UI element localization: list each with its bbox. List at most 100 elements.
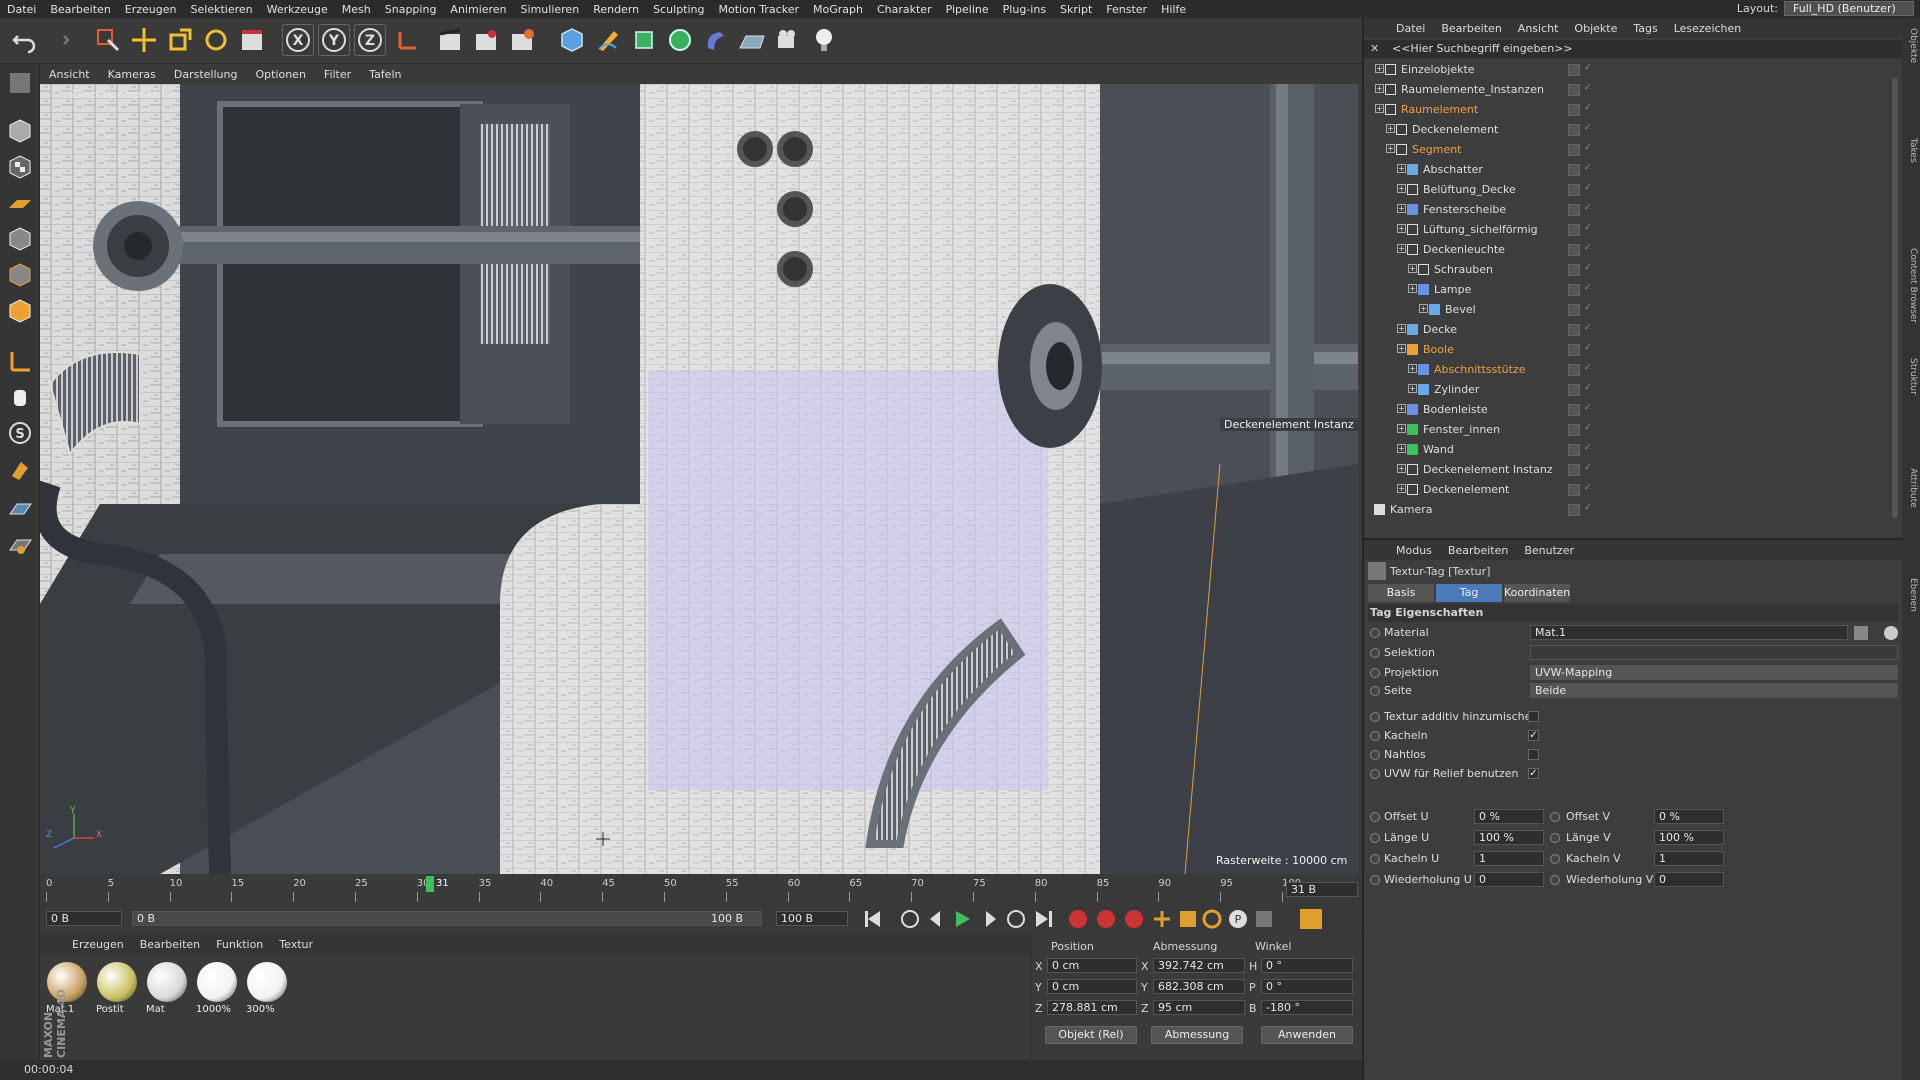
visibility-check-icon[interactable]: ✓ — [1584, 63, 1592, 73]
layer-icon[interactable] — [1568, 124, 1580, 136]
expand-toggle-icon[interactable]: + — [1397, 224, 1406, 233]
anim-dot[interactable] — [1370, 712, 1380, 722]
layer-icon[interactable] — [1568, 164, 1580, 176]
visibility-check-icon[interactable]: ✓ — [1584, 203, 1592, 213]
cloner-button[interactable] — [664, 24, 696, 56]
floor-button[interactable] — [736, 24, 768, 56]
menu-2[interactable]: Erzeugen — [118, 3, 184, 16]
expand-toggle-icon[interactable]: + — [1397, 464, 1406, 473]
seite-anim-dot[interactable] — [1370, 686, 1380, 696]
expand-toggle-icon[interactable]: + — [1408, 264, 1417, 273]
checkbox[interactable]: ✓ — [1528, 768, 1539, 779]
expand-toggle-icon[interactable]: + — [1397, 444, 1406, 453]
side-tab-3[interactable]: Struktur — [1904, 358, 1918, 395]
expand-toggle-icon[interactable]: + — [1397, 164, 1406, 173]
viewport-menu-5[interactable]: Tafeln — [360, 68, 410, 81]
object-row[interactable]: + Raumelemente_Instanzen ✓ — [1364, 80, 1889, 100]
tab-koordinaten[interactable]: Koordinaten — [1504, 584, 1570, 602]
size-mode-dropdown[interactable]: Abmessung — [1151, 1026, 1243, 1044]
expand-toggle-icon[interactable]: + — [1386, 124, 1395, 133]
uv-field-right[interactable]: 0 — [1654, 872, 1724, 887]
coord-mode-dropdown[interactable]: Objekt (Rel) — [1045, 1026, 1137, 1044]
menu-3[interactable]: Selektieren — [184, 3, 260, 16]
anim-dot[interactable] — [1550, 875, 1560, 885]
end-frame-field[interactable]: 100 B — [776, 911, 848, 926]
object-menu-3[interactable]: Objekte — [1566, 22, 1625, 35]
expand-toggle-icon[interactable]: + — [1419, 304, 1428, 313]
snap-button[interactable]: S — [4, 418, 36, 448]
menu-4[interactable]: Werkzeuge — [260, 3, 335, 16]
size-field[interactable]: 95 cm — [1153, 1000, 1245, 1015]
expand-toggle-icon[interactable]: + — [1408, 384, 1417, 393]
visibility-check-icon[interactable]: ✓ — [1584, 123, 1592, 133]
anim-dot[interactable] — [1370, 833, 1380, 843]
layer-icon[interactable] — [1568, 84, 1580, 96]
visibility-check-icon[interactable]: ✓ — [1584, 223, 1592, 233]
make-editable-button[interactable] — [4, 68, 36, 98]
object-menu-0[interactable]: Datei — [1388, 22, 1433, 35]
anim-dot[interactable] — [1370, 731, 1380, 741]
anim-dot[interactable] — [1370, 769, 1380, 779]
material-item[interactable]: Postit — [94, 960, 140, 1020]
x-axis-button[interactable]: X — [282, 24, 314, 56]
object-row[interactable]: + Boole ✓ — [1364, 340, 1889, 360]
visibility-check-icon[interactable]: ✓ — [1584, 343, 1592, 353]
object-row[interactable]: Kamera ✓ — [1364, 500, 1889, 520]
object-row[interactable]: + Abschnittsstütze ✓ — [1364, 360, 1889, 380]
material-item[interactable]: 300% — [244, 960, 290, 1020]
layer-icon[interactable] — [1568, 304, 1580, 316]
tab-basis[interactable]: Basis — [1368, 584, 1434, 602]
layer-icon[interactable] — [1568, 204, 1580, 216]
redo-button[interactable] — [42, 24, 74, 56]
expand-toggle-icon[interactable]: + — [1375, 104, 1384, 113]
expand-toggle-icon[interactable]: + — [1397, 484, 1406, 493]
viewport-menu-4[interactable]: Filter — [315, 68, 360, 81]
size-field[interactable]: 682.308 cm — [1153, 979, 1245, 994]
layer-icon[interactable] — [1568, 284, 1580, 296]
visibility-check-icon[interactable]: ✓ — [1584, 243, 1592, 253]
object-menu-4[interactable]: Tags — [1625, 22, 1665, 35]
visibility-check-icon[interactable]: ✓ — [1584, 283, 1592, 293]
deformer-button[interactable] — [700, 24, 732, 56]
timeline-playhead[interactable] — [426, 876, 434, 892]
layer-icon[interactable] — [1568, 344, 1580, 356]
render-settings-button[interactable] — [506, 24, 538, 56]
object-row[interactable]: + Decke ✓ — [1364, 320, 1889, 340]
position-field[interactable]: 0 cm — [1047, 979, 1137, 994]
expand-toggle-icon[interactable]: + — [1397, 424, 1406, 433]
anim-dot[interactable] — [1550, 833, 1560, 843]
search-bar[interactable]: ✕ <<Hier Suchbegriff eingeben>> — [1364, 40, 1902, 58]
layer-icon[interactable] — [1568, 424, 1580, 436]
size-field[interactable]: 392.742 cm — [1153, 958, 1245, 973]
checkbox[interactable]: ✓ — [1528, 730, 1539, 741]
object-row[interactable]: + Wand ✓ — [1364, 440, 1889, 460]
visibility-check-icon[interactable]: ✓ — [1584, 183, 1592, 193]
axis-mode-button[interactable] — [4, 346, 36, 376]
object-menu-2[interactable]: Ansicht — [1510, 22, 1567, 35]
polygons-mode-button[interactable] — [4, 296, 36, 326]
workplane-button[interactable] — [4, 188, 36, 218]
visibility-check-icon[interactable]: ✓ — [1584, 163, 1592, 173]
recent-tools-button[interactable] — [236, 24, 268, 56]
side-tab-0[interactable]: Objekte — [1904, 28, 1918, 63]
scale-tool-button[interactable] — [164, 24, 196, 56]
rotate-tool-button[interactable] — [200, 24, 232, 56]
subdivision-button[interactable] — [628, 24, 660, 56]
position-field[interactable]: 0 cm — [1047, 958, 1137, 973]
tweak-mode-button[interactable] — [4, 382, 36, 412]
playback-controls[interactable]: P — [860, 907, 1360, 931]
menu-10[interactable]: Sculpting — [646, 3, 711, 16]
menu-0[interactable]: Datei — [0, 3, 43, 16]
camera-button[interactable] — [772, 24, 804, 56]
angle-field[interactable]: 0 ° — [1261, 979, 1353, 994]
menu-8[interactable]: Simulieren — [514, 3, 587, 16]
menu-14[interactable]: Pipeline — [939, 3, 996, 16]
side-tab-2[interactable]: Content Browser — [1904, 248, 1918, 323]
layer-icon[interactable] — [1568, 264, 1580, 276]
material-field[interactable]: Mat.1 — [1530, 625, 1848, 640]
object-row[interactable]: + Raumelement ✓ — [1364, 100, 1889, 120]
layer-icon[interactable] — [1568, 224, 1580, 236]
layer-icon[interactable] — [1568, 404, 1580, 416]
menu-15[interactable]: Plug-ins — [996, 3, 1053, 16]
viewport-menu-1[interactable]: Kameras — [99, 68, 165, 81]
